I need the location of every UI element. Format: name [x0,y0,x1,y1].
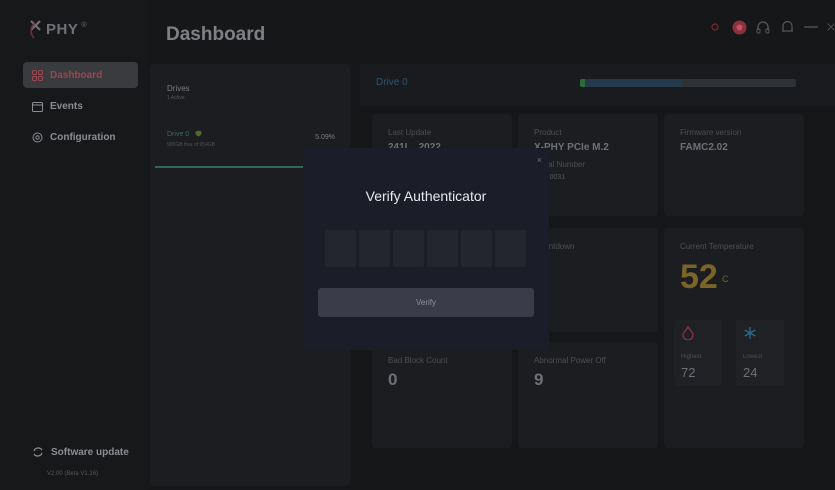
otp-digit-input[interactable] [359,230,390,267]
modal-close-button[interactable]: × [537,155,542,165]
modal-title: Verify Authenticator [365,188,487,204]
otp-input-group [325,230,529,267]
modal-overlay: × Verify Authenticator Verify [0,0,835,490]
otp-digit-input[interactable] [325,230,356,267]
verify-button[interactable]: Verify [318,288,534,317]
otp-digit-input[interactable] [461,230,492,267]
otp-digit-input[interactable] [393,230,424,267]
verify-authenticator-dialog: × Verify Authenticator Verify [303,148,549,350]
otp-digit-input[interactable] [427,230,458,267]
otp-digit-input[interactable] [495,230,526,267]
